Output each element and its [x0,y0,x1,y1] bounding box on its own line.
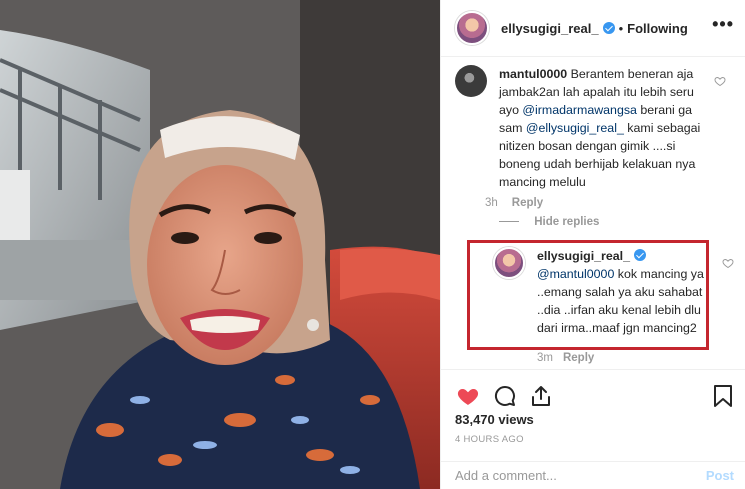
more-options-icon[interactable]: ••• [712,14,734,35]
commenter-username[interactable]: mantul0000 [499,67,567,81]
reply-button[interactable]: Reply [512,197,543,209]
post-media[interactable] [0,0,440,489]
share-upload-icon[interactable] [529,384,553,408]
comments-list[interactable]: mantul0000 Berantem beneran aja jambak2a… [441,57,745,369]
like-reply-icon[interactable] [722,257,734,269]
like-comment-icon[interactable] [714,75,726,87]
reply-button[interactable]: Reply [563,352,594,364]
reply-text: ellysugigi_real_ @mantul0000 kok mancing… [537,247,705,337]
post-timestamp: 4 HOURS AGO [455,434,524,445]
comment-time: 3h [485,197,498,209]
reply-meta: 3m Reply [537,352,594,364]
mention-link[interactable]: @ellysugigi_real_ [526,121,624,135]
post-comment-button[interactable]: Post [706,468,734,483]
post-actions: 83,470 views 4 HOURS AGO Post [441,369,745,489]
header-separator: • [618,20,624,36]
add-comment-input[interactable] [455,468,675,483]
reply-author-avatar[interactable] [493,247,525,279]
hide-replies-button[interactable]: Hide replies [499,216,599,228]
mention-link[interactable]: @irmadarmawangsa [522,103,637,117]
author-username[interactable]: ellysugigi_real_ [501,21,615,36]
views-count[interactable]: 83,470 views [455,412,534,427]
author-username-text[interactable]: ellysugigi_real_ [501,21,599,36]
commenter-avatar[interactable] [455,65,487,97]
hide-replies-label[interactable]: Hide replies [534,216,599,228]
verified-badge-icon [633,249,646,261]
reply-username-text[interactable]: ellysugigi_real_ [537,249,630,263]
comment-meta: 3h Reply [485,197,543,209]
mention-link[interactable]: @mantul0000 [537,267,614,281]
save-bookmark-icon[interactable] [712,384,734,408]
post-details-panel: ellysugigi_real_ • Following ••• mantul0… [440,0,745,489]
reply-username[interactable]: ellysugigi_real_ [537,249,646,263]
like-heart-icon[interactable] [455,384,481,408]
post-photo [0,0,440,489]
add-comment-row: Post [441,461,745,489]
following-button[interactable]: Following [627,21,688,36]
post-header: ellysugigi_real_ • Following ••• [441,0,745,57]
comment-text: mantul0000 Berantem beneran aja jambak2a… [499,65,704,191]
comment-bubble-icon[interactable] [493,384,517,408]
reply-time: 3m [537,352,553,364]
verified-badge-icon [602,21,615,34]
author-avatar[interactable] [455,11,489,45]
